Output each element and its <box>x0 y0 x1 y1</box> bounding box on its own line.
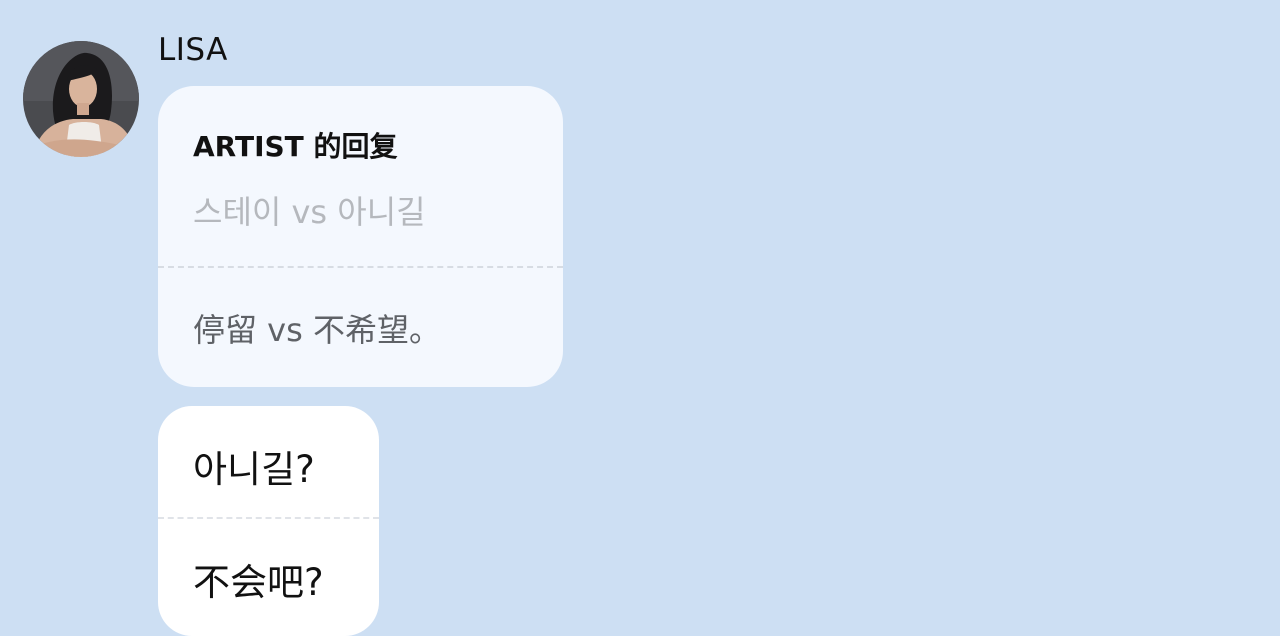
quoted-message: 스테이 vs 아니길 <box>193 193 426 231</box>
sender-name: LISA <box>158 32 228 68</box>
avatar[interactable] <box>23 41 139 157</box>
reply-text: 停留 vs 不希望。 <box>193 311 441 349</box>
profile-photo-icon <box>23 41 139 157</box>
message-divider <box>158 517 379 519</box>
artist-reply-card[interactable]: ARTIST 的回复 스테이 vs 아니길 停留 vs 不希望。 <box>158 86 563 387</box>
message-original-text: 아니길? <box>193 448 315 491</box>
reply-label: ARTIST 的回复 <box>193 130 398 163</box>
message-bubble[interactable]: 아니길? 不会吧? <box>158 406 379 636</box>
reply-divider <box>158 266 563 268</box>
message-translation-text: 不会吧? <box>193 561 324 604</box>
